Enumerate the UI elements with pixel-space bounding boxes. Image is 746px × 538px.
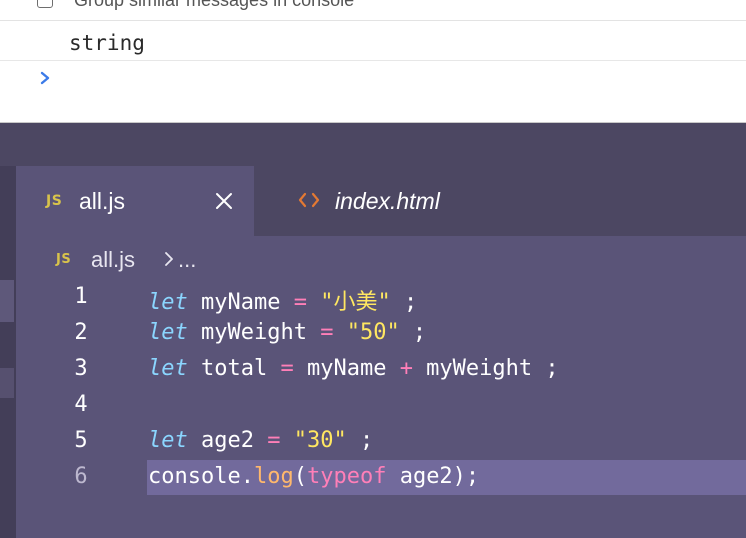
console-message: string (0, 21, 746, 61)
tab-label: all.js (79, 188, 126, 214)
code-token: "50" (346, 320, 400, 345)
code-text: let age2 = "30" ; (148, 428, 373, 453)
line-number: 1 (74, 284, 88, 309)
code-token: let (148, 320, 188, 345)
group-similar-checkbox[interactable] (37, 0, 53, 8)
code-token: ; (346, 428, 374, 453)
close-icon[interactable] (212, 189, 236, 213)
code-line[interactable]: 4 (16, 388, 746, 424)
code-token: "小美" (320, 290, 391, 315)
code-line[interactable]: 2 let myWeight = "50" ; (16, 316, 746, 352)
activity-item[interactable] (0, 368, 14, 398)
code-text: console.log(typeof age2); (148, 464, 479, 489)
code-token: myName (187, 290, 294, 315)
code-token: = (267, 428, 281, 453)
group-similar-label: Group similar messages in console (74, 0, 355, 10)
code-line[interactable]: 3 let total = myName + myWeight ; (16, 352, 746, 388)
code-token: log (253, 464, 294, 489)
tab-all-js[interactable]: JS all.js (16, 166, 254, 236)
code-token: myWeight (187, 320, 321, 345)
line-number: 4 (74, 392, 88, 417)
code-editor[interactable]: JS all.js ... 1 let myName = "小美" ; 2 let m… (16, 236, 746, 538)
console-settings-row: Group similar messages in console (0, 0, 746, 21)
console-panel: Group similar messages in console string (0, 0, 746, 122)
tab-label: index.html (335, 188, 440, 214)
code-line[interactable]: 5 let age2 = "30" ; (16, 424, 746, 460)
code-token: typeof (306, 464, 387, 489)
breadcrumb-file[interactable]: all.js (91, 247, 135, 273)
code-token: console. (148, 464, 254, 489)
code-text: let myName = "小美" ; (148, 284, 417, 316)
activity-bar (0, 166, 16, 538)
line-number: 3 (74, 356, 88, 381)
code-line[interactable]: 6 console.log(typeof age2); (16, 460, 746, 496)
code-line[interactable]: 1 let myName = "小美" ; (16, 280, 746, 316)
editor-tab-bar: JS all.js index.html (16, 166, 746, 236)
js-file-icon: JS (56, 252, 72, 267)
code-token: = (293, 290, 307, 315)
js-file-icon: JS (46, 193, 63, 209)
activity-item[interactable] (0, 280, 14, 322)
code-token: myWeight ; (412, 356, 559, 381)
code-token: ; (399, 320, 427, 345)
html-file-icon (298, 192, 320, 208)
chevron-right-icon (165, 252, 173, 266)
code-token: ( (293, 464, 307, 489)
code-token: let (148, 356, 188, 381)
code-token: "30" (293, 428, 347, 453)
code-token: age2 (187, 428, 268, 453)
code-text: let total = myName + myWeight ; (148, 356, 559, 381)
code-token: myName (293, 356, 400, 381)
code-token: = (320, 320, 334, 345)
code-token: age2); (386, 464, 480, 489)
tab-index-html[interactable]: index.html (254, 166, 494, 236)
code-token: + (399, 356, 413, 381)
console-output-text: string (69, 31, 145, 55)
code-token: let (148, 290, 188, 315)
code-token: ; (390, 290, 418, 315)
line-number: 5 (74, 428, 88, 453)
code-token: = (280, 356, 294, 381)
code-token: let (148, 428, 188, 453)
line-number: 6 (74, 464, 88, 489)
prompt-chevron-icon[interactable] (36, 68, 56, 88)
breadcrumb-more[interactable]: ... (178, 247, 196, 273)
line-number: 2 (74, 320, 88, 345)
code-token: total (187, 356, 281, 381)
code-text: let myWeight = "50" ; (148, 320, 426, 345)
